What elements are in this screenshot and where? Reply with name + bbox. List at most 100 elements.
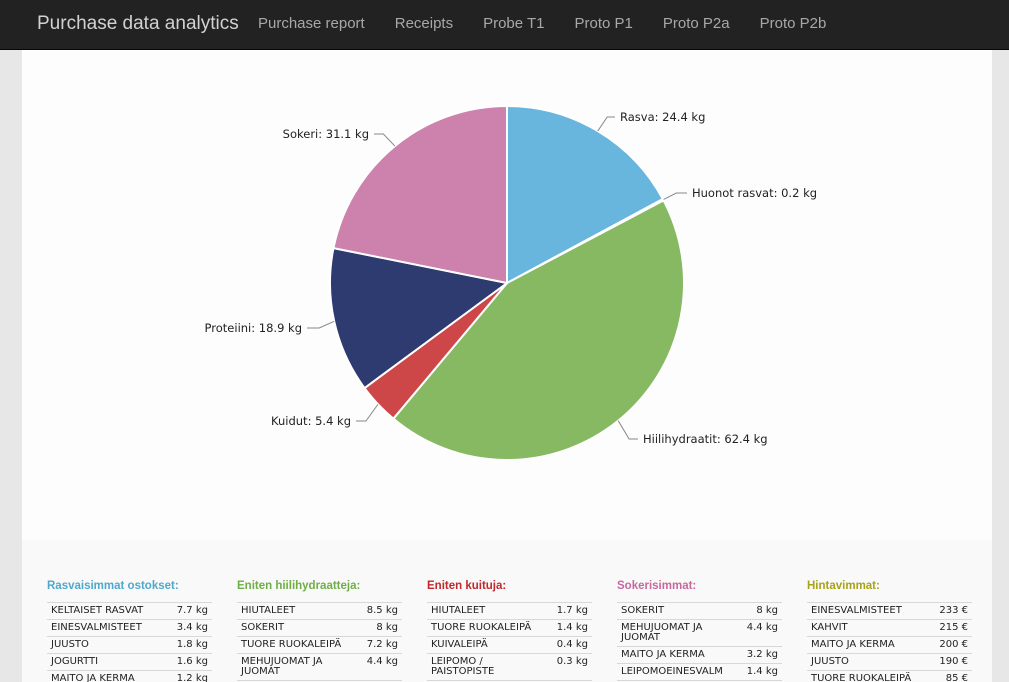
pie-chart-area: Rasva: 24.4 kg Huonot rasvat: 0.2 kg Hiili… [22, 50, 992, 540]
pie-label: Hiilihydraatit: 62.4 kg [643, 432, 768, 446]
row-value: 7.7 kg [165, 602, 212, 620]
row-value: 215 € [930, 619, 972, 637]
row-value: 8 kg [362, 619, 402, 637]
row-name: Einesvalmisteet [807, 602, 931, 620]
table-row: Tuore ruokaleipä 1.4 kg [427, 619, 592, 637]
row-name: Maito ja kerma [807, 636, 931, 654]
list-table: Hiutaleet 1.7 kg Tuore ruokaleipä 1.4 kg Kui… [427, 602, 592, 682]
row-value: 0.3 kg [552, 653, 592, 681]
row-value: 3.2 kg [742, 646, 782, 664]
list-table: Hiutaleet 8.5 kg Sokerit 8 kg Tuore ruokalei… [237, 602, 402, 682]
pie-connector [307, 320, 335, 329]
nav-receipts[interactable]: Receipts [380, 0, 468, 50]
row-name: Tuore ruokaleipä [237, 636, 363, 654]
row-name: Jogurtti [47, 653, 166, 671]
table-row: Sokerit 8 kg [617, 602, 782, 620]
nutrient-pie-chart: Rasva: 24.4 kg Huonot rasvat: 0.2 kg Hiili… [205, 104, 817, 461]
row-value: 8.5 kg [362, 602, 402, 620]
row-name: Juusto [807, 653, 931, 671]
table-row: Jogurtti 1.6 kg [47, 653, 212, 671]
list-table: Keltaiset rasvat 7.7 kg Einesvalmisteet 3.4… [47, 602, 212, 682]
row-name: Kahvit [807, 619, 931, 637]
row-value: 8 kg [742, 602, 782, 620]
row-value: 7.2 kg [362, 636, 402, 654]
table-row: Tuore ruokaleipä 85 € [807, 670, 972, 682]
content-panel: Rasva: 24.4 kg Huonot rasvat: 0.2 kg Hiili… [22, 50, 992, 682]
pie-connector [662, 192, 687, 201]
nav-proto-p2a[interactable]: Proto P2a [648, 0, 745, 50]
table-row: Mehujuomat ja juomat 4.4 kg [237, 653, 402, 681]
row-value: 1.7 kg [552, 602, 592, 620]
navbar: Purchase data analytics Purchase report … [0, 0, 1009, 50]
table-row: Kahvit 215 € [807, 619, 972, 637]
list-title: Eniten hiilihydraatteja: [237, 580, 361, 592]
row-value: 1.2 kg [165, 670, 212, 682]
pie-label: Kuidut: 5.4 kg [271, 414, 351, 428]
row-name: Mehujuomat ja juomat [617, 619, 743, 647]
row-value: 1.4 kg [742, 663, 782, 681]
table-row: Mehujuomat ja juomat 4.4 kg [617, 619, 782, 647]
row-name: Kuivaleipä [427, 636, 553, 654]
row-name: Einesvalmisteet [47, 619, 166, 637]
row-name: Hiutaleet [237, 602, 363, 620]
table-row: Kuivaleipä 0.4 kg [427, 636, 592, 654]
row-name: Leipomo / paistopiste [427, 653, 553, 681]
pie-connector [597, 116, 615, 132]
row-name: Keltaiset rasvat [47, 602, 166, 620]
row-name: Tuore ruokaleipä [427, 619, 553, 637]
table-row: Hiutaleet 8.5 kg [237, 602, 402, 620]
row-value: 200 € [930, 636, 972, 654]
table-row: Tuore ruokaleipä 7.2 kg [237, 636, 402, 654]
list-table: Einesvalmisteet 233 € Kahvit 215 € Maito ja … [807, 602, 972, 682]
row-value: 4.4 kg [362, 653, 402, 681]
table-row: Keltaiset rasvat 7.7 kg [47, 602, 212, 620]
list-title: Sokerisimmat: [617, 580, 697, 592]
nav-proto-p2b[interactable]: Proto P2b [745, 0, 842, 50]
row-value: 1.8 kg [165, 636, 212, 654]
table-row: Einesvalmisteet 233 € [807, 602, 972, 620]
row-name: Juusto [47, 636, 166, 654]
row-name: Tuore ruokaleipä [807, 670, 931, 682]
row-value: 233 € [930, 602, 972, 620]
pie-connector [374, 133, 396, 147]
table-row: Leipomo / paistopiste 0.3 kg [427, 653, 592, 681]
row-name: Hiutaleet [427, 602, 553, 620]
row-name: Leipomoeinesvalm [617, 663, 743, 681]
row-value: 4.4 kg [742, 619, 782, 647]
top-lists: Rasvaisimmat ostokset: Keltaiset rasvat 7… [22, 540, 992, 682]
pie-label: Proteiini: 18.9 kg [205, 321, 302, 335]
nav-links: Purchase report Receipts Probe T1 Proto … [243, 0, 841, 50]
row-value: 1.4 kg [552, 619, 592, 637]
pie-connector [356, 403, 379, 422]
row-value: 1.6 kg [165, 653, 212, 671]
row-value: 3.4 kg [165, 619, 212, 637]
row-name: Mehujuomat ja juomat [237, 653, 363, 681]
pie-label: Sokeri: 31.1 kg [283, 127, 369, 141]
list-table: Sokerit 8 kg Mehujuomat ja juomat 4.4 kg Mai… [617, 602, 782, 682]
table-row: Sokerit 8 kg [237, 619, 402, 637]
nav-purchase-report[interactable]: Purchase report [243, 0, 380, 50]
pie-label: Huonot rasvat: 0.2 kg [692, 186, 817, 200]
table-row: Juusto 190 € [807, 653, 972, 671]
row-name: Maito ja kerma [617, 646, 743, 664]
list-title: Hintavimmat: [807, 580, 880, 592]
row-value: 0.4 kg [552, 636, 592, 654]
list-title: Rasvaisimmat ostokset: [47, 580, 179, 592]
table-row: Juusto 1.8 kg [47, 636, 212, 654]
row-name: Maito ja kerma [47, 670, 166, 682]
nav-proto-p1[interactable]: Proto P1 [560, 0, 648, 50]
table-row: Maito ja kerma 200 € [807, 636, 972, 654]
table-row: Leipomoeinesvalm 1.4 kg [617, 663, 782, 681]
row-name: Sokerit [617, 602, 743, 620]
table-row: Maito ja kerma 1.2 kg [47, 670, 212, 682]
table-row: Hiutaleet 1.7 kg [427, 602, 592, 620]
pie-label: Rasva: 24.4 kg [620, 110, 705, 124]
brand-link[interactable]: Purchase data analytics [37, 13, 239, 35]
nav-probe-t1[interactable]: Probe T1 [468, 0, 559, 50]
row-value: 85 € [930, 670, 972, 682]
table-row: Maito ja kerma 3.2 kg [617, 646, 782, 664]
list-title: Eniten kuituja: [427, 580, 507, 592]
row-name: Sokerit [237, 619, 363, 637]
pie-connector [617, 420, 638, 440]
row-value: 190 € [930, 653, 972, 671]
